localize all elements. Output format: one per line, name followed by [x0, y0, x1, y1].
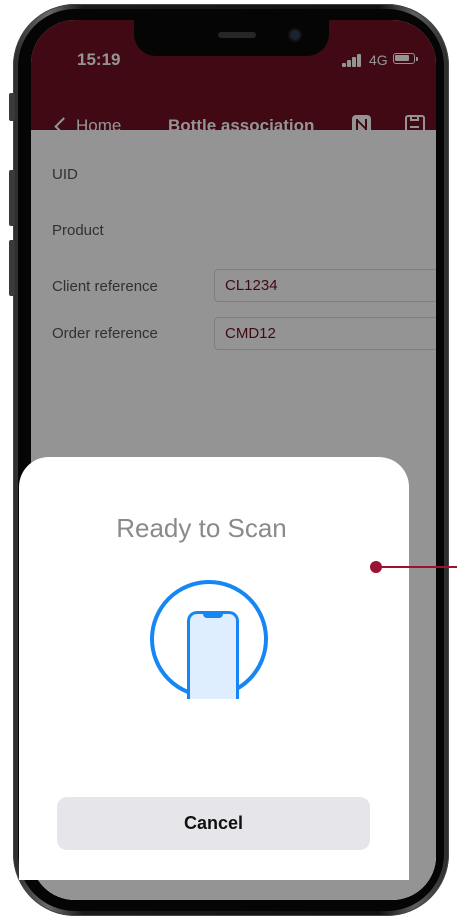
phone-notch — [134, 20, 329, 56]
scan-sheet: Ready to Scan Cancel — [19, 457, 409, 880]
phone-scan-icon — [150, 580, 268, 699]
callout-line — [377, 566, 457, 568]
mute-switch — [9, 93, 15, 121]
scan-title: Ready to Scan — [116, 513, 287, 543]
front-camera — [290, 30, 300, 40]
phone-outline — [187, 611, 239, 699]
phone-outline-notch — [203, 613, 223, 618]
speaker-grille — [218, 32, 256, 38]
volume-down-button — [9, 240, 15, 296]
volume-up-button — [9, 170, 15, 226]
cancel-button[interactable]: Cancel — [57, 797, 370, 850]
